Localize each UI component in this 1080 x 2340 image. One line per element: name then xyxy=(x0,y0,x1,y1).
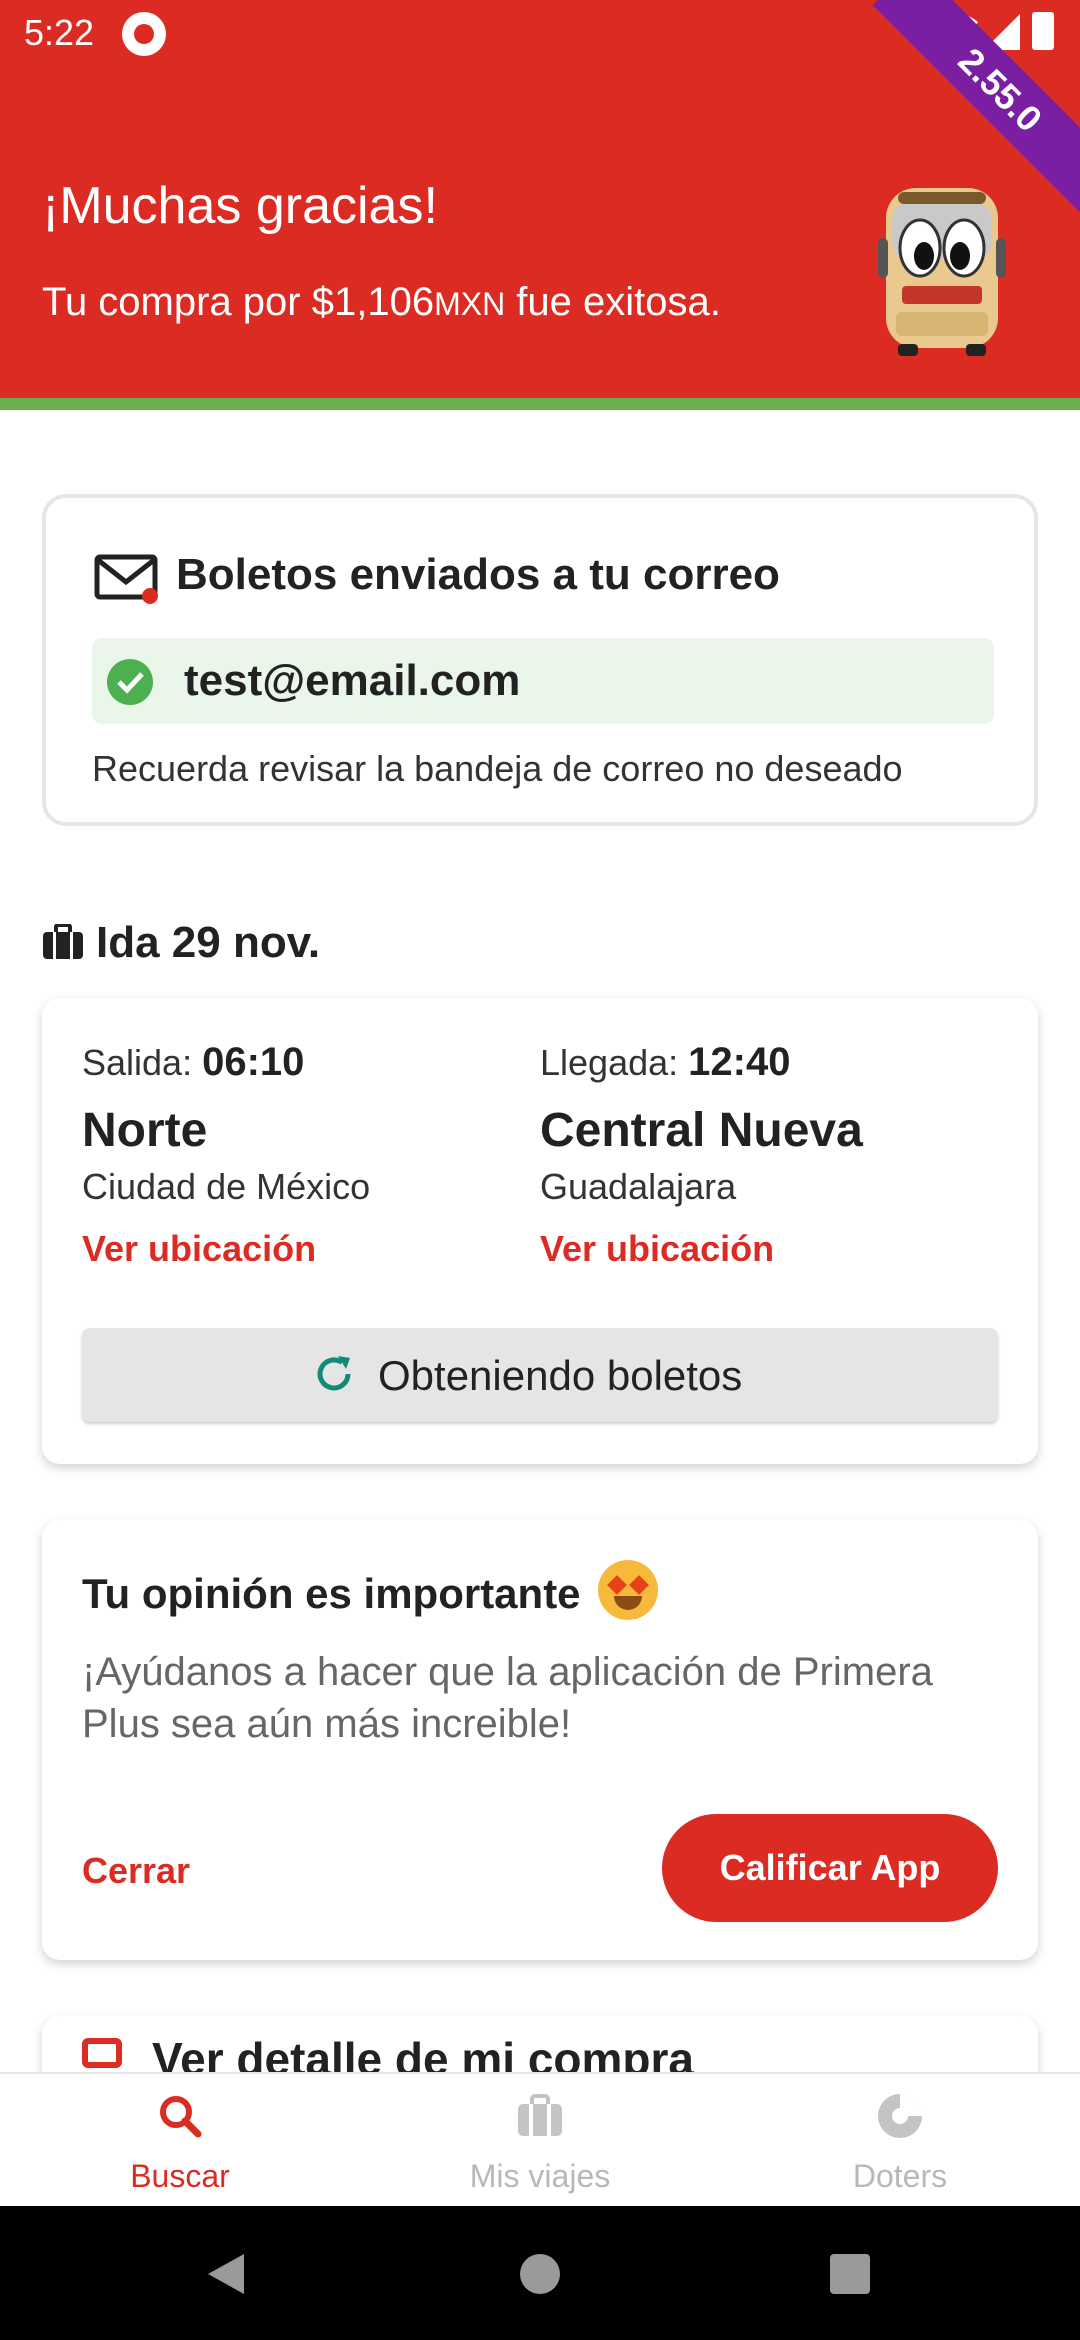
email-confirmation-box: test@email.com xyxy=(92,638,994,724)
briefcase-icon xyxy=(43,924,83,959)
close-button[interactable]: Cerrar xyxy=(82,1850,190,1892)
spam-folder-note: Recuerda revisar la bandeja de correo no… xyxy=(92,748,903,789)
purchase-summary: Tu compra por $1,106MXN fue exitosa. xyxy=(42,280,721,325)
nav-label-doters: Doters xyxy=(852,2158,948,2194)
nav-item-mis-viajes[interactable]: Mis viajes xyxy=(360,2074,720,2208)
system-navigation-bar xyxy=(0,2206,1080,2340)
battery-icon xyxy=(1032,12,1054,50)
home-icon[interactable] xyxy=(520,2254,560,2294)
email-address: test@email.com xyxy=(184,656,521,705)
header-stripe xyxy=(0,398,1080,410)
departure-time: Salida: 06:10 xyxy=(82,1040,522,1085)
email-sent-card: Boletos enviados a tu correo test@email.… xyxy=(42,494,1038,826)
trip-card: Salida: 06:10 Norte Ciudad de México Ver… xyxy=(42,998,1038,1464)
arrival-city: Guadalajara xyxy=(540,1166,737,1207)
refresh-icon xyxy=(317,1356,351,1391)
trip-date-label: Ida 29 nov. xyxy=(96,918,321,967)
arrival-column: Llegada: 12:40 Central Nueva Guadalajara… xyxy=(540,1040,980,1270)
briefcase-icon xyxy=(518,2094,562,2136)
departure-time-label: Salida: xyxy=(82,1042,193,1083)
arrival-location-link[interactable]: Ver ubicación xyxy=(540,1228,774,1270)
nav-item-buscar[interactable]: Buscar xyxy=(0,2074,360,2208)
app-screen: 5:22 2.55.0 ¡Muchas gracias! Tu compra p… xyxy=(0,0,1080,2340)
email-card-title: Boletos enviados a tu correo xyxy=(176,550,780,599)
obtaining-tickets-button[interactable]: Obteniendo boletos xyxy=(82,1328,998,1422)
back-icon[interactable] xyxy=(204,2250,248,2298)
ticket-icon xyxy=(82,2038,122,2068)
arrival-time: Llegada: 12:40 xyxy=(540,1040,980,1085)
departure-station: Norte xyxy=(82,1104,208,1157)
departure-location-link[interactable]: Ver ubicación xyxy=(82,1228,316,1270)
purchase-suffix: fue exitosa. xyxy=(505,280,721,324)
departure-time-value: 06:10 xyxy=(202,1040,305,1084)
obtaining-tickets-label: Obteniendo boletos xyxy=(378,1352,743,1399)
departure-city: Ciudad de México xyxy=(82,1166,371,1207)
feedback-text: ¡Ayúdanos a hacer que la aplicación de P… xyxy=(82,1650,933,1746)
arrival-time-label: Llegada: xyxy=(540,1042,679,1083)
nav-label-mis-viajes: Mis viajes xyxy=(469,2158,611,2194)
bottom-navigation: Buscar Mis viajes Doters xyxy=(0,2072,1080,2206)
search-icon xyxy=(160,2096,202,2138)
nav-item-doters[interactable]: Doters xyxy=(720,2074,1080,2208)
success-header: 5:22 2.55.0 ¡Muchas gracias! Tu compra p… xyxy=(0,0,1080,398)
purchase-currency: MXN xyxy=(434,286,506,322)
recent-apps-icon[interactable] xyxy=(830,2254,870,2294)
check-circle-icon xyxy=(107,659,153,705)
bus-mascot-icon xyxy=(878,188,1006,356)
app-notification-icon xyxy=(122,12,166,56)
status-time: 5:22 xyxy=(24,12,95,53)
page-title: ¡Muchas gracias! xyxy=(42,177,438,235)
feedback-title: Tu opinión es importante xyxy=(82,1570,581,1617)
arrival-time-value: 12:40 xyxy=(688,1040,791,1084)
feedback-card: Tu opinión es importante ¡Ayúdanos a hac… xyxy=(42,1520,1038,1960)
mail-icon xyxy=(94,554,158,604)
star-struck-emoji-icon xyxy=(598,1560,658,1620)
purchase-amount: Tu compra por $1,106 xyxy=(42,280,435,324)
rate-app-button[interactable]: Calificar App xyxy=(662,1814,998,1922)
departure-column: Salida: 06:10 Norte Ciudad de México Ver… xyxy=(82,1040,522,1270)
nav-label-buscar: Buscar xyxy=(130,2158,230,2194)
arrival-station: Central Nueva xyxy=(540,1104,863,1157)
doters-icon xyxy=(878,2094,922,2138)
